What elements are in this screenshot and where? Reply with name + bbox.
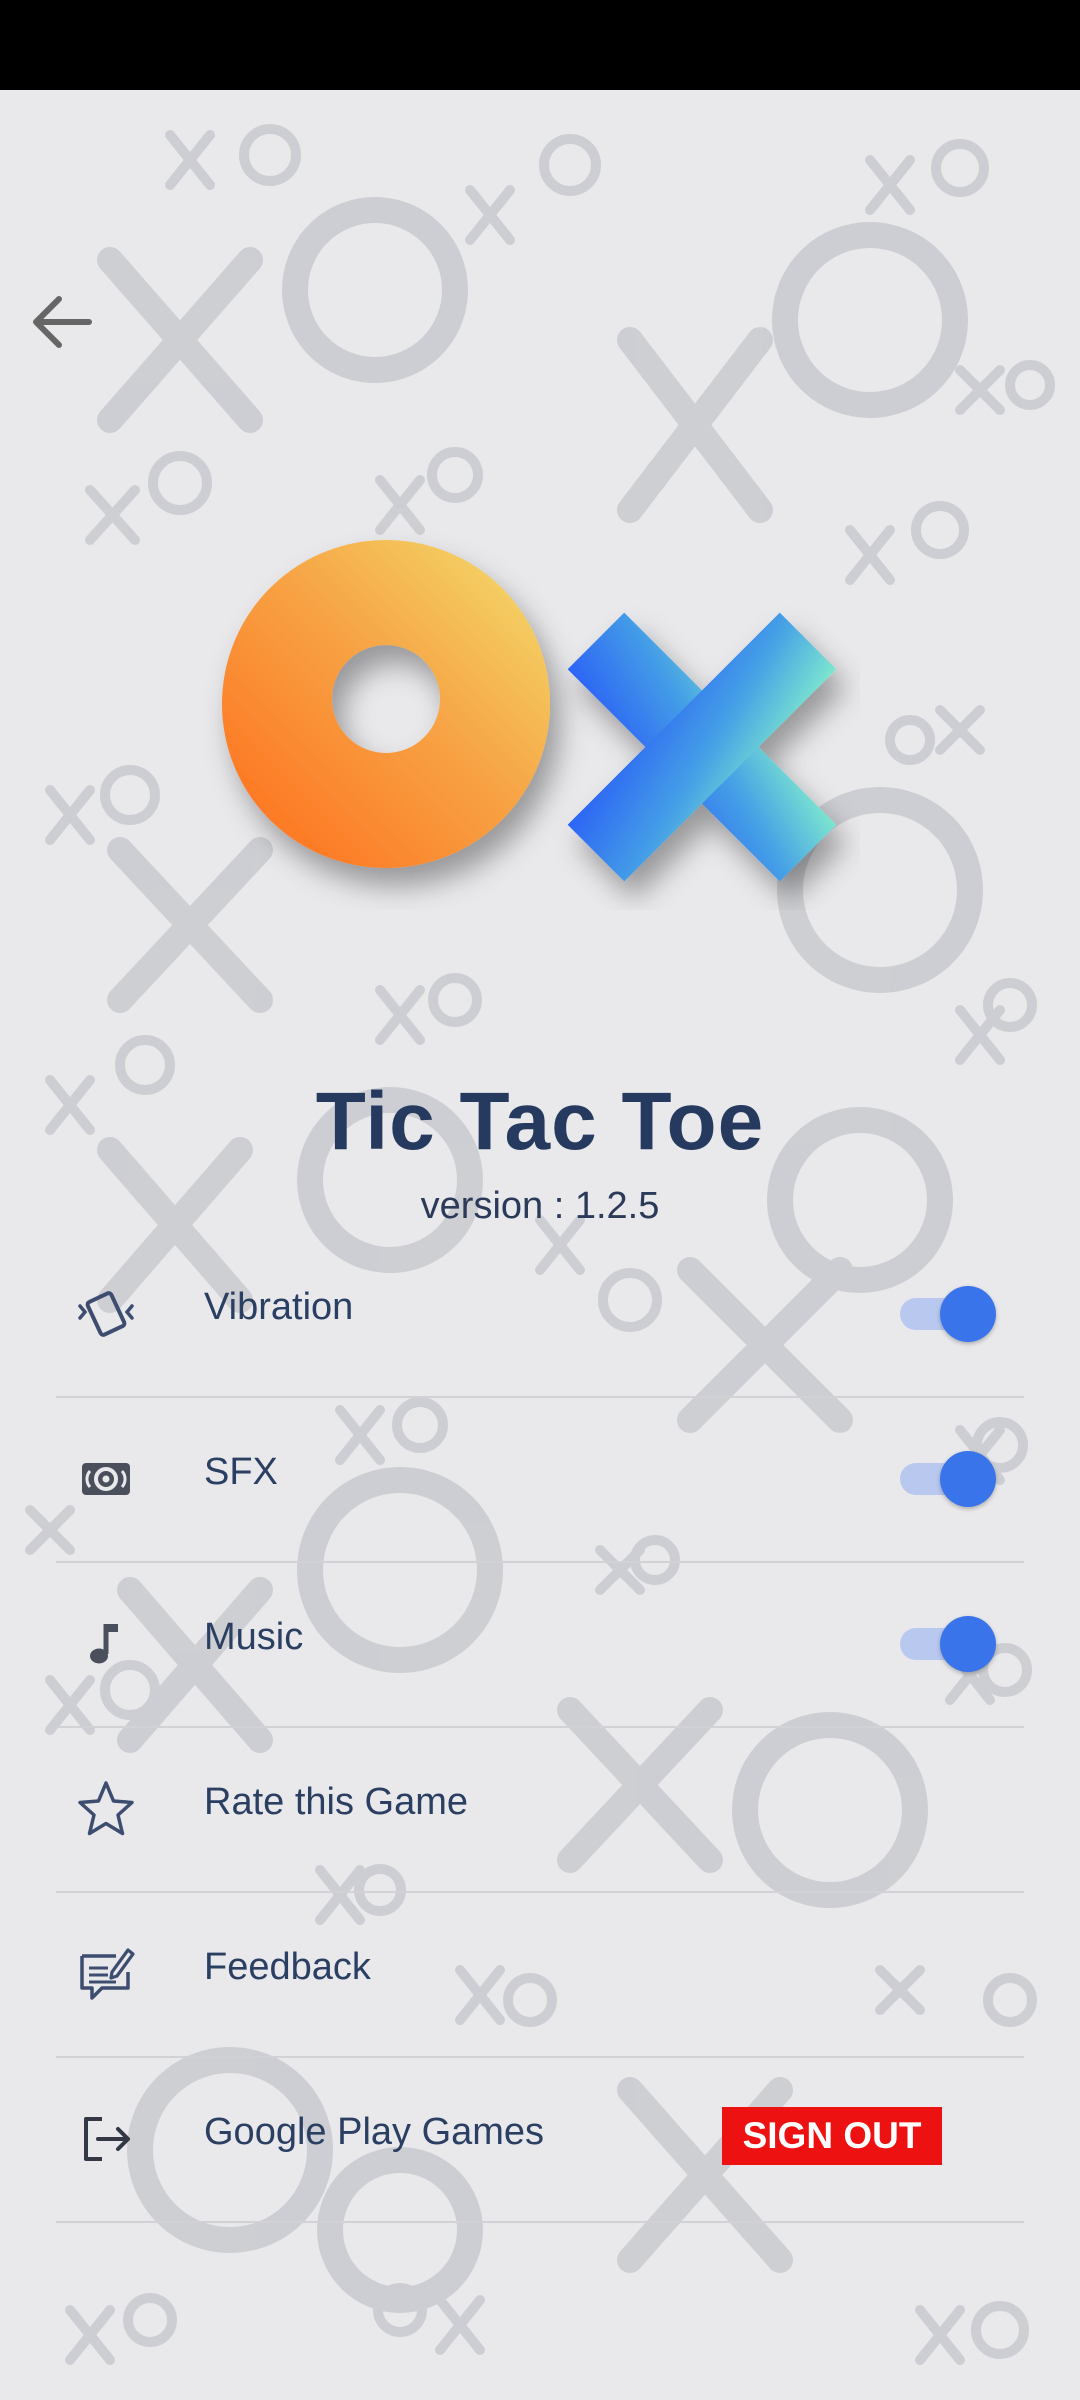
setting-label: Feedback	[204, 1946, 371, 1988]
setting-label: Music	[204, 1616, 304, 1658]
sfx-toggle[interactable]	[896, 1449, 1000, 1509]
music-note-icon	[76, 1614, 136, 1674]
status-bar	[0, 0, 1080, 90]
setting-sfx[interactable]: SFX	[56, 1397, 1024, 1563]
setting-music[interactable]: Music	[56, 1562, 1024, 1728]
back-button[interactable]	[20, 280, 104, 364]
setting-label: SFX	[204, 1451, 278, 1493]
speaker-icon	[76, 1449, 136, 1509]
music-toggle[interactable]	[896, 1614, 1000, 1674]
vibration-icon	[76, 1284, 136, 1344]
setting-label: Google Play Games	[204, 2111, 545, 2153]
setting-rate-game[interactable]: Rate this Game	[56, 1727, 1024, 1893]
toggle-knob	[940, 1451, 996, 1507]
setting-feedback[interactable]: Feedback	[56, 1892, 1024, 2058]
setting-vibration[interactable]: Vibration	[56, 1232, 1024, 1398]
setting-label: Rate this Game	[204, 1781, 468, 1823]
app-title: Tic Tac Toe	[315, 1076, 765, 1167]
back-arrow-icon	[33, 296, 92, 348]
vibration-toggle[interactable]	[896, 1284, 1000, 1344]
setting-label: Vibration	[204, 1286, 354, 1328]
logout-icon	[76, 2109, 136, 2169]
app-version: version : 1.2.5	[420, 1185, 660, 1227]
game-logo	[222, 540, 837, 882]
toggle-knob	[940, 1286, 996, 1342]
setting-google-play-games: Google Play Games SIGN OUT	[56, 2057, 1024, 2223]
toggle-knob	[940, 1616, 996, 1672]
feedback-icon	[76, 1944, 136, 2004]
sign-out-button[interactable]: SIGN OUT	[722, 2107, 942, 2165]
star-outline-icon	[76, 1779, 136, 1839]
